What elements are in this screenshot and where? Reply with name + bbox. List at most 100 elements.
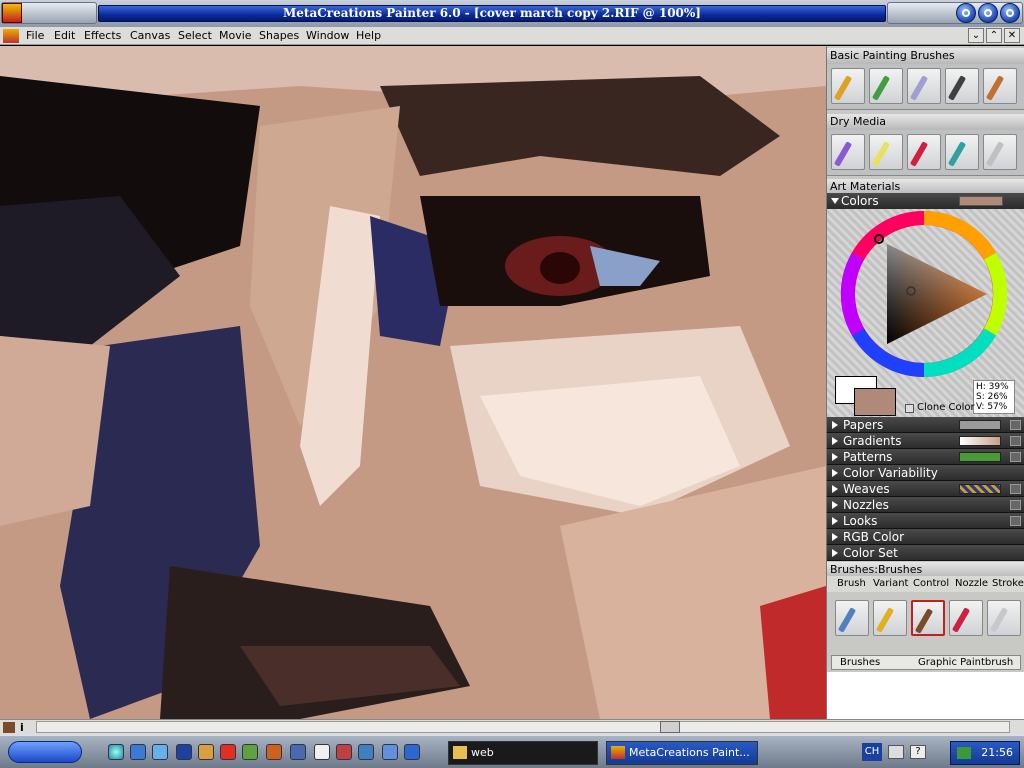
patterns-section[interactable]: Patterns [827, 449, 1024, 465]
start-button[interactable] [8, 741, 82, 763]
looks-section[interactable]: Looks [827, 513, 1024, 529]
dropdown-icon[interactable] [1010, 500, 1021, 510]
oil-pastel-icon[interactable] [945, 134, 979, 170]
palette-title-text: Brushes:Brushes [830, 563, 923, 576]
clock[interactable]: 21:56 [950, 741, 1020, 765]
pencil-brush-icon[interactable] [831, 68, 865, 104]
acrobat-icon[interactable] [220, 744, 236, 760]
papers-section[interactable]: Papers [827, 417, 1024, 433]
task-painter[interactable]: MetaCreations Paint... [606, 741, 758, 765]
network-icon[interactable] [957, 747, 971, 759]
word-icon[interactable] [176, 744, 192, 760]
dropdown-icon[interactable] [1010, 436, 1021, 446]
menu-edit[interactable]: Edit [54, 28, 75, 43]
clone-color-checkbox[interactable] [905, 404, 914, 413]
internet-explorer-icon[interactable] [130, 744, 146, 760]
tab-nozzle[interactable]: Nozzle [955, 576, 988, 592]
media-icon[interactable] [382, 744, 398, 760]
crayon-icon[interactable] [907, 134, 941, 170]
dropdown-icon[interactable] [1010, 452, 1021, 462]
pastel-icon[interactable] [869, 134, 903, 170]
doc-restore-icon[interactable]: ⌃ [986, 28, 1002, 43]
palette-title-text: Basic Painting Brushes [830, 49, 955, 62]
dry-media-title[interactable]: Dry Media [827, 114, 1024, 130]
minimize-icon[interactable] [956, 3, 976, 23]
task-label: MetaCreations Paint... [629, 746, 750, 759]
dropdown-icon[interactable] [1010, 420, 1021, 430]
painter-app-icon[interactable] [2, 3, 22, 23]
eraser-brush-icon[interactable] [907, 68, 941, 104]
painter-icon[interactable] [266, 744, 282, 760]
rgb-color-section[interactable]: RGB Color [827, 529, 1024, 545]
chalk-icon[interactable] [831, 134, 865, 170]
paintbrush-icon[interactable] [911, 600, 945, 636]
dreamweaver-icon[interactable] [242, 744, 258, 760]
menu-effects[interactable]: Effects [84, 28, 121, 43]
app-icon[interactable] [198, 744, 214, 760]
doc-minimize-icon[interactable]: ⌄ [968, 28, 984, 43]
menu-help[interactable]: Help [356, 28, 381, 43]
dropdown-icon[interactable] [1010, 516, 1021, 526]
paintbrush-icon[interactable] [983, 68, 1017, 104]
help-icon[interactable]: ? [910, 745, 926, 759]
menu-window[interactable]: Window [306, 28, 349, 43]
language-indicator[interactable]: CH [862, 743, 882, 761]
nozzles-section[interactable]: Nozzles [827, 497, 1024, 513]
pen-brush-icon[interactable] [869, 68, 903, 104]
explorer-icon[interactable] [358, 744, 374, 760]
doc-close-icon[interactable]: ✕ [1004, 28, 1020, 43]
photoshop-icon[interactable] [290, 744, 306, 760]
brush-variant[interactable]: Graphic Paintbrush [918, 656, 1013, 669]
info-icon[interactable] [314, 744, 330, 760]
globe-icon[interactable] [108, 744, 124, 760]
window-titlebar[interactable]: MetaCreations Painter 6.0 - [cover march… [0, 0, 1024, 27]
primary-color[interactable] [854, 388, 896, 416]
document-icon[interactable] [3, 29, 19, 43]
menu-canvas[interactable]: Canvas [130, 28, 170, 43]
colors-label: Colors [841, 194, 879, 208]
charcoal-icon[interactable] [983, 134, 1017, 170]
saturation-value: S: 26% [976, 392, 1008, 402]
horizontal-scrollbar[interactable] [36, 721, 1010, 733]
collapse-triangle-icon [831, 198, 839, 204]
brush-tracking-icon[interactable] [3, 722, 15, 733]
scrollbar-thumb[interactable] [660, 721, 680, 733]
close-icon[interactable] [1000, 3, 1020, 23]
menu-file[interactable]: File [26, 28, 44, 43]
section-label: Gradients [843, 434, 902, 448]
felt-pen-icon[interactable] [949, 600, 983, 636]
expand-triangle-icon [832, 453, 838, 461]
info-icon[interactable]: i [20, 721, 24, 734]
airbrush-icon[interactable] [835, 600, 869, 636]
menu-bar: File Edit Effects Canvas Select Movie Sh… [0, 27, 1024, 45]
dropdown-icon[interactable] [1010, 484, 1021, 494]
menu-select[interactable]: Select [178, 28, 212, 43]
hsv-readout: H: 39% S: 26% V: 57% [973, 380, 1015, 414]
tab-control[interactable]: Control [913, 576, 949, 592]
airbrush-icon[interactable] [945, 68, 979, 104]
tab-stroke[interactable]: Stroke [992, 576, 1024, 592]
menu-shapes[interactable]: Shapes [259, 28, 299, 43]
keyboard-icon[interactable] [888, 745, 904, 759]
hue-value: H: 39% [976, 382, 1009, 392]
task-web[interactable]: web [448, 741, 598, 765]
outlook-icon[interactable] [404, 744, 420, 760]
maximize-icon[interactable] [978, 3, 998, 23]
document-canvas[interactable] [0, 46, 826, 719]
menu-movie[interactable]: Movie [219, 28, 252, 43]
brush-category[interactable]: Brushes [840, 656, 880, 669]
tab-brush[interactable]: Brush [837, 576, 866, 592]
clock-time: 21:56 [981, 746, 1013, 759]
chalk-icon[interactable] [987, 600, 1021, 636]
color-set-section[interactable]: Color Set [827, 545, 1024, 561]
weaves-section[interactable]: Weaves [827, 481, 1024, 497]
section-label: Patterns [843, 450, 893, 464]
gradients-section[interactable]: Gradients [827, 433, 1024, 449]
basic-painting-brushes-title[interactable]: Basic Painting Brushes [827, 48, 1024, 64]
pencil-brush-icon[interactable] [873, 600, 907, 636]
tab-variant[interactable]: Variant [873, 576, 908, 592]
color-variability-section[interactable]: Color Variability [827, 465, 1024, 481]
folder-icon[interactable] [152, 744, 168, 760]
window-title: MetaCreations Painter 6.0 - [cover march… [282, 6, 701, 20]
calculator-icon[interactable] [336, 744, 352, 760]
